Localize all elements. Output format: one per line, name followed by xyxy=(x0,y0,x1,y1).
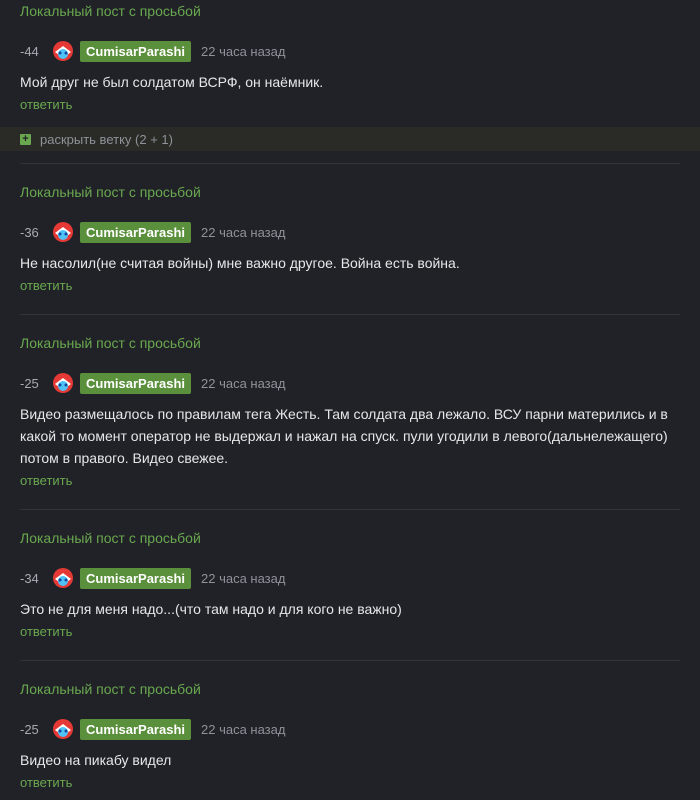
comment-text: Видео на пикабу видел xyxy=(20,752,172,768)
comment-text: Это не для меня надо...(что там надо и д… xyxy=(20,601,402,617)
comment: Локальный пост с просьбой -25 CumisarPar… xyxy=(0,661,700,792)
comment: Локальный пост с просьбой -25 CumisarPar… xyxy=(0,315,700,490)
comment-rating: -44 xyxy=(20,43,39,59)
comment-meta: -25 CumisarParashi 22 часа назад xyxy=(20,717,680,741)
comment-time[interactable]: 22 часа назад xyxy=(201,376,285,391)
avatar-icon[interactable] xyxy=(52,221,74,243)
comment-text: Видео размещалось по правилам тега Жесть… xyxy=(20,406,668,466)
comment-time[interactable]: 22 часа назад xyxy=(201,722,285,737)
reply-link[interactable]: ответить xyxy=(20,774,72,792)
comment: Локальный пост с просьбой -34 CumisarPar… xyxy=(0,510,700,641)
username-badge[interactable]: CumisarParashi xyxy=(80,718,191,740)
comment-time[interactable]: 22 часа назад xyxy=(201,44,285,59)
post-title-link[interactable]: Локальный пост с просьбой xyxy=(20,183,680,201)
comment: Локальный пост с просьбой -44 CumisarPar… xyxy=(0,0,700,114)
post-title-link[interactable]: Локальный пост с просьбой xyxy=(20,680,680,698)
username-badge[interactable]: CumisarParashi xyxy=(80,567,191,589)
comment-text: Не насолил(не считая войны) мне важно др… xyxy=(20,255,460,271)
comment: Локальный пост с просьбой -36 CumisarPar… xyxy=(0,164,700,295)
comment-rating: -34 xyxy=(20,570,39,586)
comment-rating: -25 xyxy=(20,375,39,391)
comment-meta: -34 CumisarParashi 22 часа назад xyxy=(20,566,680,590)
comment-feed: Локальный пост с просьбой -44 CumisarPar… xyxy=(0,0,700,800)
plus-square-icon: + xyxy=(20,133,31,145)
post-title-link[interactable]: Локальный пост с просьбой xyxy=(20,529,680,547)
comment-rating: -25 xyxy=(20,721,39,737)
comment-time[interactable]: 22 часа назад xyxy=(201,571,285,586)
avatar-icon[interactable] xyxy=(52,718,74,740)
username-badge[interactable]: CumisarParashi xyxy=(80,372,191,394)
post-title-link[interactable]: Локальный пост с просьбой xyxy=(20,334,680,352)
expand-thread-label: раскрыть ветку (2 + 1) xyxy=(40,131,173,147)
comment-meta: -25 CumisarParashi 22 часа назад xyxy=(20,371,680,395)
reply-link[interactable]: ответить xyxy=(20,277,72,295)
username-badge[interactable]: CumisarParashi xyxy=(80,221,191,243)
post-title-link[interactable]: Локальный пост с просьбой xyxy=(20,2,680,20)
comment-rating: -36 xyxy=(20,224,39,240)
username-badge[interactable]: CumisarParashi xyxy=(80,40,191,62)
expand-thread-button[interactable]: + раскрыть ветку (2 + 1) xyxy=(0,127,700,151)
avatar-icon[interactable] xyxy=(52,567,74,589)
avatar-icon[interactable] xyxy=(52,372,74,394)
comment-meta: -36 CumisarParashi 22 часа назад xyxy=(20,220,680,244)
comment-time[interactable]: 22 часа назад xyxy=(201,225,285,240)
comment-meta: -44 CumisarParashi 22 часа назад xyxy=(20,39,680,63)
reply-link[interactable]: ответить xyxy=(20,623,72,641)
reply-link[interactable]: ответить xyxy=(20,96,72,114)
avatar-icon[interactable] xyxy=(52,40,74,62)
reply-link[interactable]: ответить xyxy=(20,472,72,490)
comment-text: Мой друг не был солдатом ВСРФ, он наёмни… xyxy=(20,74,324,90)
